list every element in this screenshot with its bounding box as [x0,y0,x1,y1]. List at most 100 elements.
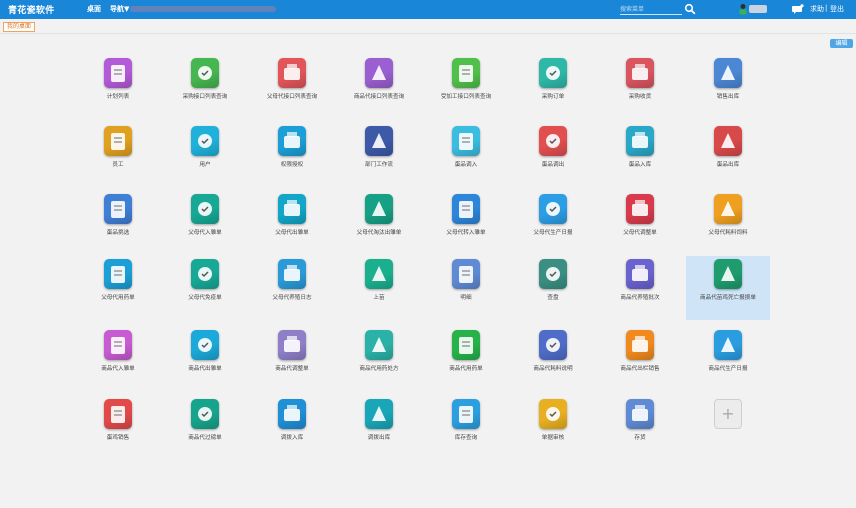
app-shortcut[interactable]: 父母代调整单 [598,191,682,255]
help-link[interactable]: 求助 [810,4,824,14]
app-shortcut[interactable]: 商品代出栏销售 [598,327,682,391]
app-shortcut-label: 蛋品出库 [716,162,740,168]
app-shortcut[interactable]: 商品代接口列表查询 [337,55,421,119]
egg-storage-icon [626,126,654,156]
app-shortcut[interactable]: 员工 [76,123,160,187]
app-shortcut[interactable]: 单据审核 [511,396,595,460]
app-shortcut[interactable]: 父母代用药单 [76,256,160,320]
app-shortcut[interactable]: 部门工作流 [337,123,421,187]
message-icon[interactable] [792,4,804,15]
app-brand: 青花瓷软件 [8,6,55,16]
detail-icon [452,259,480,289]
purchase-list-icon [191,58,219,88]
parent-transfer-icon [452,194,480,224]
edit-button[interactable]: 编辑 [830,39,853,48]
app-shortcut[interactable]: 商品代苗鸡死亡报损单 [686,256,770,320]
app-shortcut[interactable]: 商品代用药处方 [337,327,421,391]
app-shortcut-label: 父母代耗料饲料 [708,230,748,236]
search-icon[interactable] [684,3,696,15]
app-shortcut[interactable]: 父母代接口列表查询 [250,55,334,119]
egg-select-icon [104,194,132,224]
app-shortcut-label: 父母代调整单 [623,230,657,236]
app-shortcut[interactable]: 蛋品出库 [686,123,770,187]
app-shortcut[interactable]: 商品代入雏单 [76,327,160,391]
header-separator: | [825,4,828,12]
app-shortcut-label: 计划列表 [106,94,130,100]
app-shortcut-label: 员工 [112,162,124,168]
app-shortcut-label: 蛋鸡销售 [106,435,130,441]
app-shortcut[interactable]: 采购接口列表查询 [163,55,247,119]
app-shortcut[interactable]: 调拨出库 [337,396,421,460]
app-shortcut-label: 蛋品入库 [628,162,652,168]
app-shortcut[interactable]: 父母代淘汰出雏单 [337,191,421,255]
app-shortcut[interactable]: 上苗 [337,256,421,320]
parent-cull-icon [365,194,393,224]
app-shortcut[interactable]: 计划列表 [76,55,160,119]
product-prescription-icon [365,330,393,360]
app-shortcut[interactable]: 父母代入雏单 [163,191,247,255]
blurred-username [749,5,767,13]
product-loss-icon [714,259,742,289]
tab-my-desktop[interactable]: 我的桌面 [3,22,36,32]
parent-chick-in-icon [191,194,219,224]
app-shortcut-label: 商品代苗鸡死亡报损单 [700,295,756,301]
app-shortcut[interactable]: 父母代养殖日志 [250,256,334,320]
product-medicine-icon [452,330,480,360]
app-shortcut[interactable]: 库存查询 [424,396,508,460]
app-shortcut-label: 采购订单 [541,94,565,100]
app-shortcut[interactable]: 蛋品入库 [598,123,682,187]
layer-sales-icon [104,399,132,429]
search-input[interactable] [620,4,682,15]
logout-link[interactable]: 登出 [830,4,844,14]
app-shortcut[interactable]: 蛋品调出 [511,123,595,187]
weighing-icon [191,399,219,429]
app-shortcut[interactable]: 商品代用药单 [424,327,508,391]
user-avatar-icon[interactable] [738,3,748,15]
app-shortcut-label: 父母代免疫单 [188,295,222,301]
app-shortcut-label: 父母代入雏单 [188,230,222,236]
app-shortcut[interactable]: 父母代耗料饲料 [686,191,770,255]
nav-desktop-link[interactable]: 桌面 [87,4,101,14]
app-shortcut-label: 权限授权 [280,162,304,168]
app-shortcut[interactable]: 权限授权 [250,123,334,187]
app-shortcut[interactable]: 蛋品挑选 [76,191,160,255]
app-shortcut-label: 调拨入库 [280,435,304,441]
app-shortcut-label: 商品代用药处方 [359,366,399,372]
app-shortcut[interactable]: 商品代耗料说明 [511,327,595,391]
app-shortcut[interactable]: 商品代生产日报 [686,327,770,391]
app-shortcut[interactable]: 商品代出雏单 [163,327,247,391]
app-shortcut[interactable]: 父母代生产日报 [511,191,595,255]
app-shortcut[interactable]: 受加工接口列表查询 [424,55,508,119]
app-shortcut[interactable]: 用户 [163,123,247,187]
app-shortcut[interactable]: 商品代调整单 [250,327,334,391]
app-shortcut[interactable]: 采购收货 [598,55,682,119]
app-shortcut[interactable]: 调拨入库 [250,396,334,460]
app-shortcut[interactable]: 明细 [424,256,508,320]
app-shortcut-label: 父母代用药单 [101,295,135,301]
app-shortcut-label: 蛋品调出 [541,162,565,168]
app-shortcut-label: 蛋品挑选 [106,230,130,236]
app-shortcut[interactable]: 商品代过磅单 [163,396,247,460]
app-shortcut[interactable]: 父母代出雏单 [250,191,334,255]
app-shortcut[interactable]: 父母代转入雏单 [424,191,508,255]
app-shortcut-label: 商品代出栏销售 [620,366,660,372]
app-shortcut-label: 用户 [199,162,211,168]
app-shortcut[interactable]: 查盘 [511,256,595,320]
product-adjust-icon [278,330,306,360]
app-shortcut[interactable]: 父母代免疫单 [163,256,247,320]
app-shortcut-label: 商品代养殖批次 [620,295,660,301]
app-shortcut-label: 库存查询 [454,435,478,441]
app-shortcut-label: 部门工作流 [365,162,393,168]
app-shortcut[interactable]: 商品代养殖批次 [598,256,682,320]
product-batch-icon [626,259,654,289]
app-shortcut-label: 商品代过磅单 [188,435,222,441]
app-shortcut-label: 父母代淘汰出雏单 [356,230,402,236]
nav-guide-menu[interactable]: 导航▼ [110,4,129,14]
parent-log-icon [278,259,306,289]
add-shortcut-button[interactable]: + [714,399,742,429]
app-shortcut[interactable]: 蛋鸡销售 [76,396,160,460]
app-shortcut[interactable]: 销售出库 [686,55,770,119]
app-shortcut[interactable]: 采购订单 [511,55,595,119]
app-shortcut[interactable]: 存货 [598,396,682,460]
app-shortcut[interactable]: 蛋品调入 [424,123,508,187]
